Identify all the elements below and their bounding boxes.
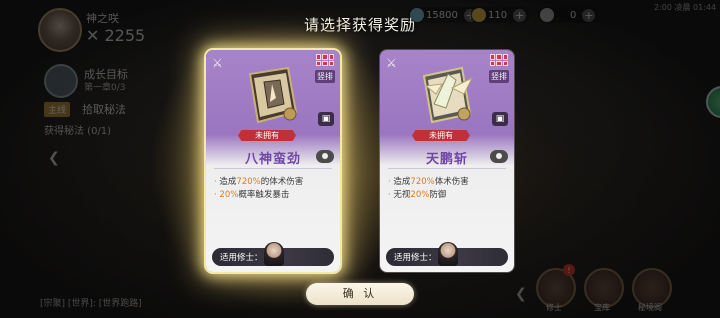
type-label: 竖排 <box>489 70 509 83</box>
modal-title: 请选择获得奖励 <box>303 16 416 34</box>
modal-overlay <box>0 0 720 318</box>
cultivator-portrait <box>264 242 284 266</box>
eye-icon[interactable] <box>316 150 334 163</box>
book-icon[interactable]: ▣ <box>318 112 334 126</box>
applies-bar: 适用修士： <box>386 242 508 266</box>
desc-line: 造成720%的体术伤害 <box>214 176 303 189</box>
skill-description: 造成720%体术伤害 无视20%防御 <box>388 176 469 202</box>
reward-card-2[interactable]: ⚔ 竖排 未拥有 ▣ 天鹏斩 造成720%体术伤害 无视20%防御 适用修士： <box>380 50 514 272</box>
skill-description: 造成720%的体术伤害 20%概率触发暴击 <box>214 176 303 202</box>
desc-line: 20%概率触发暴击 <box>214 189 303 202</box>
cultivator-portrait <box>438 242 458 266</box>
game-scene: 神之咲 ✕ 2255 15800 + 110 + 0 + 2:00 凌晨 01:… <box>0 0 720 318</box>
divider <box>388 168 506 169</box>
book-icon[interactable]: ▣ <box>492 112 508 126</box>
desc-line: 造成720%体术伤害 <box>388 176 468 189</box>
manual-book-icon <box>422 66 474 124</box>
sword-icon: ⚔ <box>212 56 223 70</box>
type-grid-icon <box>490 54 508 66</box>
confirm-button[interactable]: 确 认 <box>306 283 414 305</box>
status-ribbon: 未拥有 <box>412 130 470 141</box>
applies-bar: 适用修士： <box>212 242 334 266</box>
desc-line: 无视20%防御 <box>388 189 469 202</box>
reward-card-1[interactable]: ⚔ 竖排 未拥有 ▣ 八神蛮劲 造成720%的体术伤害 20%概率触发暴击 适用… <box>206 50 340 272</box>
status-ribbon: 未拥有 <box>238 130 296 141</box>
type-label: 竖排 <box>315 70 335 83</box>
divider <box>214 168 332 169</box>
applies-label: 适用修士： <box>394 253 437 263</box>
type-grid-icon <box>316 54 334 66</box>
manual-book-icon <box>248 66 298 124</box>
eye-icon[interactable] <box>490 150 508 163</box>
sword-icon: ⚔ <box>386 56 397 70</box>
applies-label: 适用修士： <box>220 253 263 263</box>
